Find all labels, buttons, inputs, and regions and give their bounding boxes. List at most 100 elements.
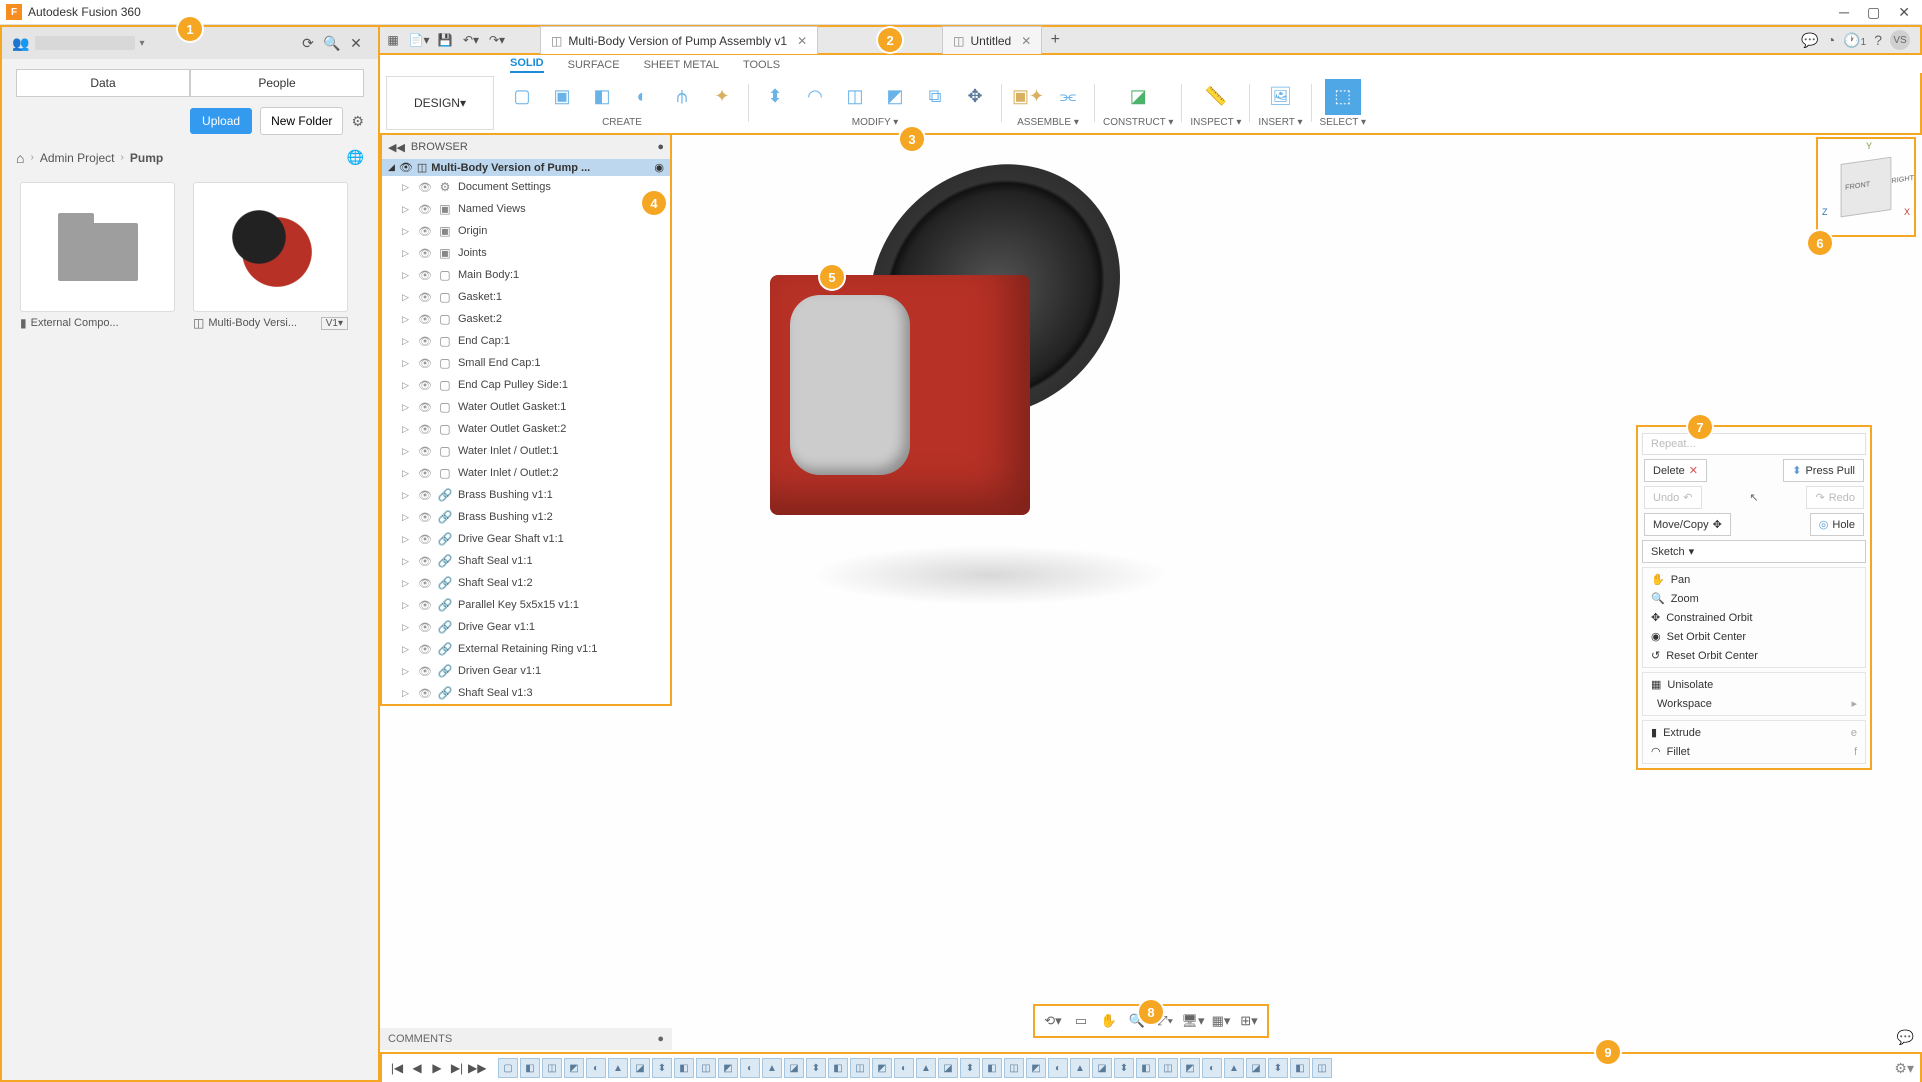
tab-surface[interactable]: SURFACE	[568, 59, 620, 73]
browser-item[interactable]: ▷ 👁 ▢ Water Outlet Gasket:2	[382, 418, 670, 440]
document-tab-active[interactable]: ◫ Multi-Body Version of Pump Assembly v1…	[540, 26, 818, 54]
timeline-feature[interactable]: ◩	[872, 1058, 892, 1078]
box-icon[interactable]: ▣	[544, 79, 580, 115]
browser-item[interactable]: ▷ 👁 ▢ Main Body:1	[382, 264, 670, 286]
browser-item[interactable]: ▷ 👁 ▢ Small End Cap:1	[382, 352, 670, 374]
close-tab-icon[interactable]: ✕	[1021, 34, 1031, 48]
timeline-feature[interactable]: ⬍	[652, 1058, 672, 1078]
expand-icon[interactable]: ▷	[402, 644, 414, 655]
version-badge[interactable]: V1▾	[321, 317, 348, 330]
timeline-start-icon[interactable]: |◀	[388, 1061, 406, 1075]
revolve-icon[interactable]: ◐	[624, 79, 660, 115]
joint-icon[interactable]: ⫘	[1050, 79, 1086, 115]
grid-display-icon[interactable]: ▦▾	[1209, 1010, 1233, 1032]
browser-root[interactable]: ◢ 👁 ◫ Multi-Body Version of Pump ... ◉	[382, 159, 670, 176]
decal-icon[interactable]: 🖼	[1262, 79, 1298, 115]
expand-icon[interactable]: ▷	[402, 336, 414, 347]
eye-icon[interactable]: 👁	[418, 401, 432, 414]
expand-icon[interactable]: ▷	[402, 688, 414, 699]
context-menu-item[interactable]: ↺Reset Orbit Center	[1643, 646, 1865, 665]
browser-item[interactable]: ▷ 👁 ▣ Named Views	[382, 198, 670, 220]
eye-icon[interactable]: 👁	[418, 577, 432, 590]
eye-icon[interactable]: 👁	[418, 423, 432, 436]
hole-button[interactable]: ◎ Hole	[1810, 513, 1864, 536]
help-icon[interactable]: ?	[1874, 32, 1882, 48]
delete-button[interactable]: Delete ✕	[1644, 459, 1707, 482]
canvas[interactable]: ◀◀ BROWSER ● ◢ 👁 ◫ Multi-Body Version of…	[380, 135, 1922, 1082]
timeline-feature[interactable]: ▢	[498, 1058, 518, 1078]
expand-icon[interactable]: ▷	[402, 248, 414, 259]
browser-item[interactable]: ▷ 👁 🔗 Drive Gear v1:1	[382, 616, 670, 638]
timeline-feature[interactable]: ▲	[1224, 1058, 1244, 1078]
pan-icon[interactable]: ✋	[1097, 1010, 1121, 1032]
browser-item[interactable]: ▷ 👁 ▢ End Cap:1	[382, 330, 670, 352]
eye-icon[interactable]: 👁	[418, 269, 432, 282]
sketch-icon[interactable]: ▢	[504, 79, 540, 115]
eye-icon[interactable]: 👁	[399, 161, 413, 174]
browser-item[interactable]: ▷ 👁 ▢ Gasket:2	[382, 308, 670, 330]
browser-item[interactable]: ▷ 👁 🔗 Driven Gear v1:1	[382, 660, 670, 682]
people-tab[interactable]: People	[190, 69, 364, 97]
eye-icon[interactable]: 👁	[418, 665, 432, 678]
save-icon[interactable]: 💾	[432, 33, 458, 47]
timeline-feature[interactable]: ⬍	[1268, 1058, 1288, 1078]
context-menu-item[interactable]: ▦Unisolate	[1643, 675, 1865, 694]
timeline-feature[interactable]: ◫	[542, 1058, 562, 1078]
viewcube[interactable]: Y X Z FRONT RIGHT	[1816, 137, 1916, 237]
expand-icon[interactable]: ▷	[402, 490, 414, 501]
expand-icon[interactable]: ▷	[402, 314, 414, 325]
timeline-feature[interactable]: ◐	[586, 1058, 606, 1078]
eye-icon[interactable]: 👁	[418, 621, 432, 634]
context-menu-item[interactable]: ◉Set Orbit Center	[1643, 627, 1865, 646]
timeline-feature[interactable]: ◐	[1202, 1058, 1222, 1078]
expand-icon[interactable]: ▷	[402, 226, 414, 237]
extrude-icon[interactable]: ◧	[584, 79, 620, 115]
timeline-feature[interactable]: ◫	[696, 1058, 716, 1078]
timeline-feature[interactable]: ◪	[1246, 1058, 1266, 1078]
timeline-feature[interactable]: ◩	[718, 1058, 738, 1078]
eye-icon[interactable]: 👁	[418, 291, 432, 304]
timeline-feature[interactable]: ⬍	[960, 1058, 980, 1078]
timeline-next-icon[interactable]: ▶|	[448, 1061, 466, 1075]
eye-icon[interactable]: 👁	[418, 599, 432, 612]
eye-icon[interactable]: 👁	[418, 687, 432, 700]
eye-icon[interactable]: 👁	[418, 247, 432, 260]
upload-button[interactable]: Upload	[190, 108, 252, 134]
browser-item[interactable]: ▷ 👁 🔗 Shaft Seal v1:1	[382, 550, 670, 572]
browser-item[interactable]: ▷ 👁 🔗 Brass Bushing v1:1	[382, 484, 670, 506]
tab-solid[interactable]: SOLID	[510, 57, 544, 73]
expand-icon[interactable]: ▷	[402, 204, 414, 215]
eye-icon[interactable]: 👁	[418, 225, 432, 238]
timeline-feature[interactable]: ⬍	[1114, 1058, 1134, 1078]
timeline-feature[interactable]: ◪	[630, 1058, 650, 1078]
browser-item[interactable]: ▷ 👁 ▢ End Cap Pulley Side:1	[382, 374, 670, 396]
select-icon[interactable]: ⬚	[1325, 79, 1361, 115]
home-icon[interactable]: ⌂	[16, 150, 24, 166]
eye-icon[interactable]: 👁	[418, 445, 432, 458]
presspull-icon[interactable]: ⬍	[757, 79, 793, 115]
browser-item[interactable]: ▷ 👁 🔗 Brass Bushing v1:2	[382, 506, 670, 528]
move-icon[interactable]: ✥	[957, 79, 993, 115]
new-component-icon[interactable]: ▣✦	[1010, 79, 1046, 115]
expand-icon[interactable]: ▷	[402, 578, 414, 589]
expand-icon[interactable]: ▷	[402, 292, 414, 303]
search-icon[interactable]: 🔍	[320, 35, 344, 52]
tab-tools[interactable]: TOOLS	[743, 59, 780, 73]
network-icon[interactable]: 🌐	[347, 149, 364, 166]
maximize-button[interactable]: ▢	[1867, 4, 1880, 21]
eye-icon[interactable]: 👁	[418, 467, 432, 480]
sketch-dropdown[interactable]: Sketch ▾	[1642, 540, 1866, 563]
team-dropdown-icon[interactable]: ▾	[139, 38, 144, 49]
timeline-feature[interactable]: ◧	[982, 1058, 1002, 1078]
browser-item[interactable]: ▷ 👁 ▢ Water Inlet / Outlet:2	[382, 462, 670, 484]
expand-icon[interactable]: ▷	[402, 358, 414, 369]
data-tab[interactable]: Data	[16, 69, 190, 97]
extensions-icon[interactable]: ◔	[1827, 32, 1835, 48]
eye-icon[interactable]: 👁	[418, 181, 432, 194]
context-menu-item[interactable]: Workspace▸	[1643, 694, 1865, 713]
timeline-feature[interactable]: ◧	[520, 1058, 540, 1078]
timeline-feature[interactable]: ◐	[894, 1058, 914, 1078]
eye-icon[interactable]: 👁	[418, 489, 432, 502]
notifications-icon[interactable]: 💬	[1801, 32, 1818, 49]
timeline-feature[interactable]: ◫	[1312, 1058, 1332, 1078]
